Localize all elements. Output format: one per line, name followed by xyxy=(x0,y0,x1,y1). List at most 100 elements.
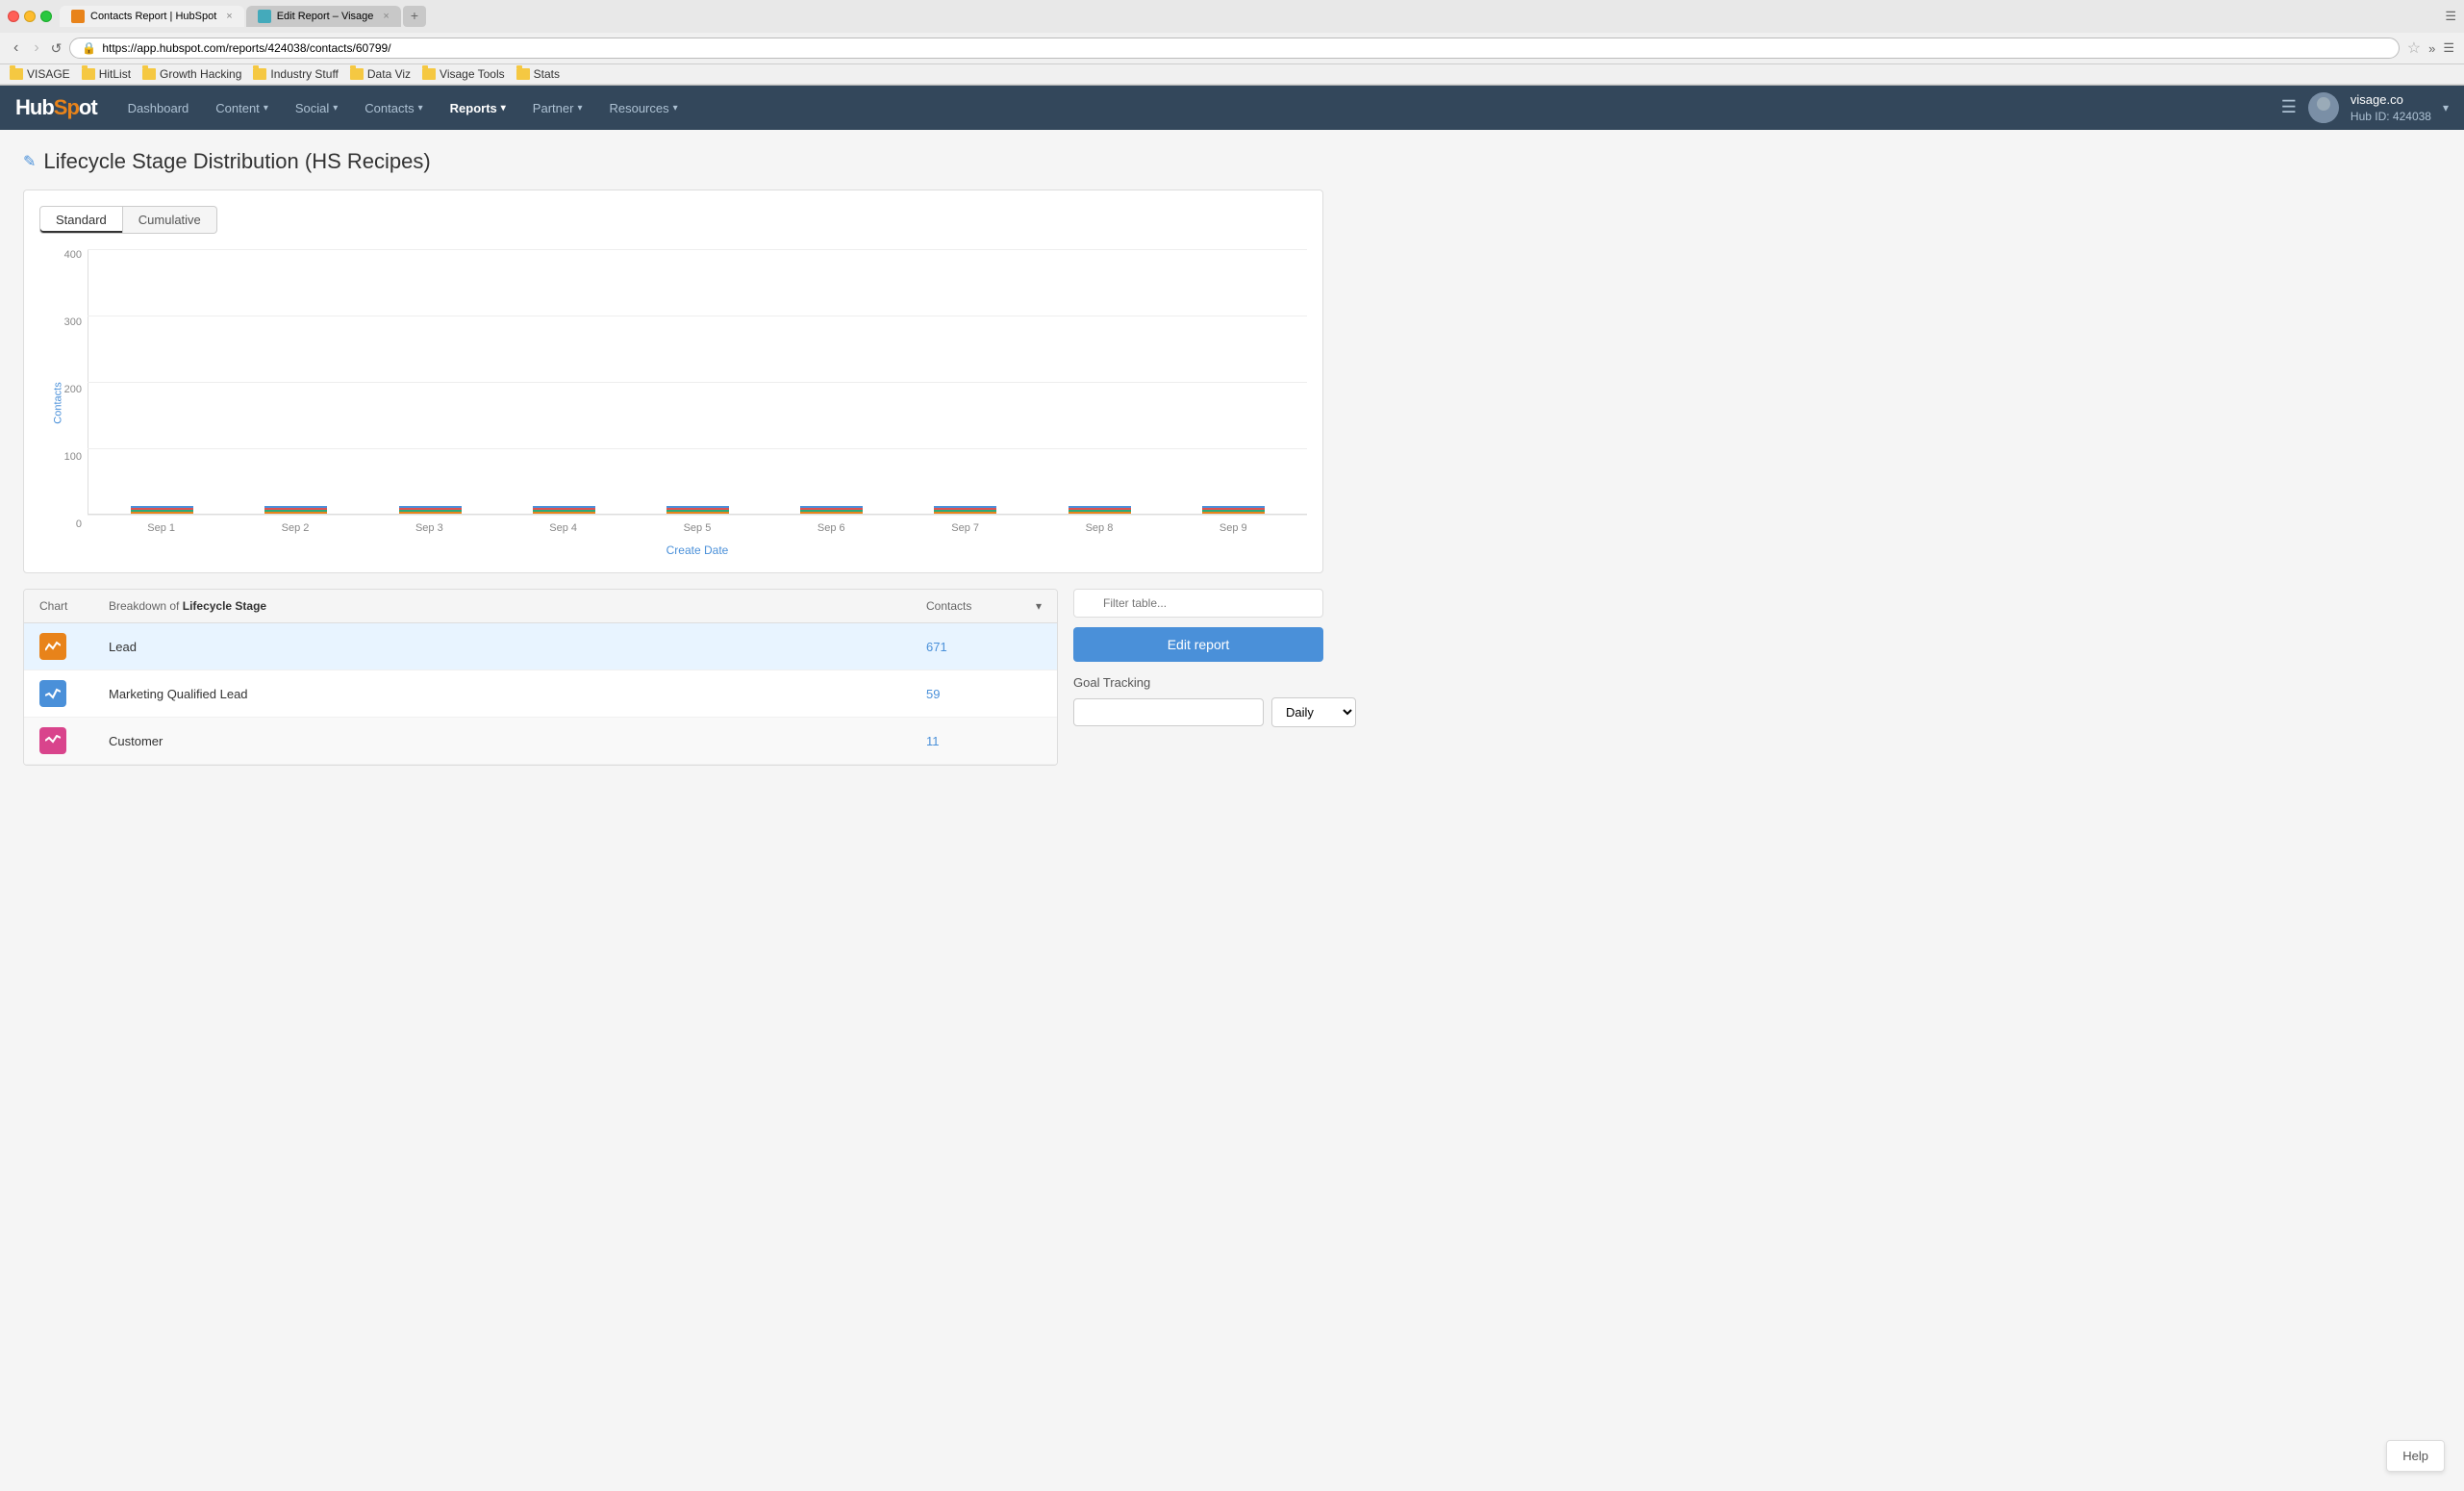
lifecycle-table: Chart Breakdown of Lifecycle Stage Conta… xyxy=(23,589,1058,766)
page-title: Lifecycle Stage Distribution (HS Recipes… xyxy=(43,149,430,174)
browser-menu-icon[interactable]: ☰ xyxy=(2445,9,2456,24)
maximize-window-button[interactable] xyxy=(40,11,52,22)
close-window-button[interactable] xyxy=(8,11,19,22)
folder-icon xyxy=(142,68,156,80)
table-row-mql: Marketing Qualified Lead 59 xyxy=(24,670,1057,718)
x-label: Sep 8 xyxy=(1035,522,1163,534)
bookmark-visage[interactable]: VISAGE xyxy=(10,67,70,81)
tab-label: Contacts Report | HubSpot xyxy=(90,11,216,22)
tab-edit-report[interactable]: Edit Report – Visage × xyxy=(246,6,401,27)
nav-label: Content xyxy=(215,101,260,115)
y-label-400: 400 xyxy=(64,249,82,261)
user-dropdown-arrow-icon[interactable]: ▾ xyxy=(2443,101,2449,114)
dropdown-arrow-icon: ▾ xyxy=(418,103,423,114)
grid-lines xyxy=(88,249,1307,515)
bookmark-data-viz[interactable]: Data Viz xyxy=(350,67,411,81)
browser-menu-button[interactable]: ☰ xyxy=(2443,40,2454,56)
lead-value[interactable]: 671 xyxy=(926,640,1042,654)
bars-area: Sep 1Sep 2Sep 3Sep 4Sep 5Sep 6Sep 7Sep 8… xyxy=(88,249,1307,542)
goal-tracking-row: Daily Weekly Monthly xyxy=(1073,697,1323,727)
bookmark-label: Stats xyxy=(534,67,560,81)
minimize-window-button[interactable] xyxy=(24,11,36,22)
bookmark-growth-hacking[interactable]: Growth Hacking xyxy=(142,67,241,81)
mql-value[interactable]: 59 xyxy=(926,687,1042,701)
y-label-300: 300 xyxy=(64,316,82,328)
user-hub-id: Hub ID: 424038 xyxy=(2351,109,2431,125)
table-row-customer: Customer 11 xyxy=(24,718,1057,765)
filter-table-input[interactable] xyxy=(1073,589,1323,618)
nav-items: Dashboard Content ▾ Social ▾ Contacts ▾ … xyxy=(116,86,2281,130)
chart-tab-cumulative[interactable]: Cumulative xyxy=(123,206,217,234)
hamburger-menu-icon[interactable]: ☰ xyxy=(2281,97,2297,117)
edit-title-icon[interactable]: ✎ xyxy=(23,152,36,171)
nav-resources[interactable]: Resources ▾ xyxy=(597,86,689,130)
back-button[interactable]: ‹ xyxy=(10,38,22,59)
user-info[interactable]: visage.co Hub ID: 424038 xyxy=(2351,91,2431,125)
bookmarks-bar: VISAGE HitList Growth Hacking Industry S… xyxy=(0,64,2464,85)
bookmark-industry-stuff[interactable]: Industry Stuff xyxy=(253,67,338,81)
folder-icon xyxy=(10,68,23,80)
bottom-section: Chart Breakdown of Lifecycle Stage Conta… xyxy=(23,589,1323,766)
x-labels: Sep 1Sep 2Sep 3Sep 4Sep 5Sep 6Sep 7Sep 8… xyxy=(88,515,1307,542)
hubspot-favicon xyxy=(71,10,85,23)
tab-close-button[interactable]: × xyxy=(226,11,232,22)
browser-titlebar: Contacts Report | HubSpot × Edit Report … xyxy=(0,0,2464,33)
bookmark-hitlist[interactable]: HitList xyxy=(82,67,131,81)
chart-tab-standard[interactable]: Standard xyxy=(39,206,123,234)
extensions-icon[interactable]: » xyxy=(2428,41,2435,56)
y-label-100: 100 xyxy=(64,451,82,463)
edit-report-button[interactable]: Edit report xyxy=(1073,627,1323,662)
bookmark-star-button[interactable]: ☆ xyxy=(2407,38,2421,58)
x-label: Sep 3 xyxy=(365,522,493,534)
dropdown-arrow-icon: ▾ xyxy=(333,103,338,114)
main-content: ✎ Lifecycle Stage Distribution (HS Recip… xyxy=(0,130,1346,785)
nav-content[interactable]: Content ▾ xyxy=(204,86,280,130)
column-header-contacts: Contacts ▾ xyxy=(926,599,1042,613)
table-header: Chart Breakdown of Lifecycle Stage Conta… xyxy=(24,590,1057,623)
chart-tabs: Standard Cumulative xyxy=(39,206,1307,234)
ssl-icon: 🔒 xyxy=(82,41,96,55)
column-header-breakdown: Breakdown of Lifecycle Stage xyxy=(109,599,915,613)
bookmark-label: HitList xyxy=(99,67,131,81)
dropdown-arrow-icon: ▾ xyxy=(673,103,678,114)
nav-partner[interactable]: Partner ▾ xyxy=(521,86,594,130)
tab-close-button[interactable]: × xyxy=(383,11,389,22)
bookmark-label: Visage Tools xyxy=(440,67,505,81)
tab-contacts-report[interactable]: Contacts Report | HubSpot × xyxy=(60,6,244,27)
folder-icon xyxy=(253,68,266,80)
nav-right-section: ☰ visage.co Hub ID: 424038 ▾ xyxy=(2281,91,2449,125)
nav-contacts[interactable]: Contacts ▾ xyxy=(353,86,434,130)
lead-chart-icon xyxy=(39,633,66,660)
hubspot-logo[interactable]: HubSpot xyxy=(15,95,97,120)
help-button[interactable]: Help xyxy=(2386,1440,2445,1472)
nav-label: Social xyxy=(295,101,329,115)
tab-label: Edit Report – Visage xyxy=(277,11,374,22)
browser-navigation-bar: ‹ › ↺ 🔒 https://app.hubspot.com/reports/… xyxy=(0,33,2464,64)
nav-label: Resources xyxy=(609,101,668,115)
forward-button[interactable]: › xyxy=(30,38,42,59)
goal-value-input[interactable] xyxy=(1073,698,1264,726)
x-label: Sep 9 xyxy=(1169,522,1297,534)
dropdown-arrow-icon: ▾ xyxy=(264,103,268,114)
report-sidebar: 🔍 Edit report Goal Tracking Daily Weekly… xyxy=(1073,589,1323,766)
page-title-row: ✎ Lifecycle Stage Distribution (HS Recip… xyxy=(23,149,1323,174)
user-avatar[interactable] xyxy=(2308,92,2339,123)
x-label: Sep 5 xyxy=(633,522,761,534)
window-controls xyxy=(8,11,52,22)
nav-label: Partner xyxy=(533,101,574,115)
customer-value[interactable]: 11 xyxy=(926,734,1042,748)
sort-icon[interactable]: ▾ xyxy=(1036,599,1042,613)
y-axis-label: Contacts xyxy=(53,382,64,423)
nav-social[interactable]: Social ▾ xyxy=(284,86,349,130)
x-label: Sep 2 xyxy=(231,522,359,534)
nav-dashboard[interactable]: Dashboard xyxy=(116,86,201,130)
address-bar[interactable]: 🔒 https://app.hubspot.com/reports/424038… xyxy=(69,38,2399,59)
dropdown-arrow-icon: ▾ xyxy=(501,103,506,114)
refresh-button[interactable]: ↺ xyxy=(51,40,63,57)
bookmark-visage-tools[interactable]: Visage Tools xyxy=(422,67,505,81)
mql-chart-icon xyxy=(39,680,66,707)
new-tab-button[interactable]: + xyxy=(403,6,426,27)
nav-reports[interactable]: Reports ▾ xyxy=(439,86,517,130)
bookmark-stats[interactable]: Stats xyxy=(516,67,560,81)
frequency-select[interactable]: Daily Weekly Monthly xyxy=(1271,697,1356,727)
